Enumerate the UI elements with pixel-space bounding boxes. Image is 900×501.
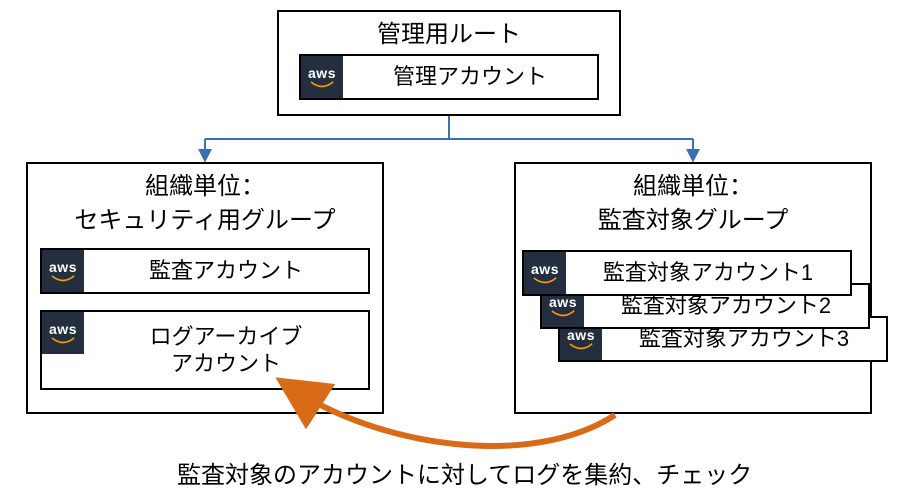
audit-target-ou-title-l2: 監査対象グループ: [598, 207, 789, 234]
aws-icon-label: aws: [531, 262, 559, 276]
log-archive-account-label: ログアーカイブ アカウント: [84, 321, 368, 380]
audit-account-label: 監査アカウント: [84, 255, 368, 287]
audit-target-ou-title-l1: 組織単位：: [633, 173, 753, 200]
aws-icon-label: aws: [308, 66, 336, 80]
aws-icon-label: aws: [549, 295, 577, 309]
target-account-1-label: 監査対象アカウント1: [566, 257, 850, 289]
aws-smile-icon: [51, 275, 75, 283]
log-archive-l1: ログアーカイブ: [150, 324, 303, 349]
audit-account: aws 監査アカウント: [40, 248, 370, 294]
security-ou-title-l1: 組織単位：: [145, 173, 265, 200]
aws-icon: aws: [42, 250, 84, 292]
root-ou-title: 管理用ルート: [279, 12, 619, 56]
aws-icon-label: aws: [49, 260, 77, 274]
aws-smile-icon: [533, 277, 557, 285]
aws-icon-label: aws: [567, 328, 595, 342]
aws-icon: aws: [42, 312, 84, 354]
security-ou-title: 組織単位： セキュリティ用グループ: [28, 164, 382, 241]
log-archive-account: aws ログアーカイブ アカウント: [40, 310, 370, 390]
management-account-label: 管理アカウント: [343, 61, 597, 93]
aws-smile-icon: [569, 343, 593, 351]
aws-smile-icon: [51, 337, 75, 345]
caption-text: 監査対象のアカウントに対してログを集約、チェック: [177, 455, 752, 490]
aws-smile-icon: [310, 81, 334, 89]
log-archive-l2: アカウント: [171, 351, 281, 376]
aws-icon: aws: [301, 56, 343, 98]
target-account-1: aws 監査対象アカウント1: [522, 250, 852, 296]
security-ou-title-l2: セキュリティ用グループ: [74, 207, 335, 234]
management-account: aws 管理アカウント: [299, 54, 599, 100]
audit-target-ou-title: 組織単位： 監査対象グループ: [516, 164, 870, 241]
aws-icon: aws: [524, 252, 566, 294]
aws-icon-label: aws: [49, 322, 77, 336]
aws-smile-icon: [551, 310, 575, 318]
